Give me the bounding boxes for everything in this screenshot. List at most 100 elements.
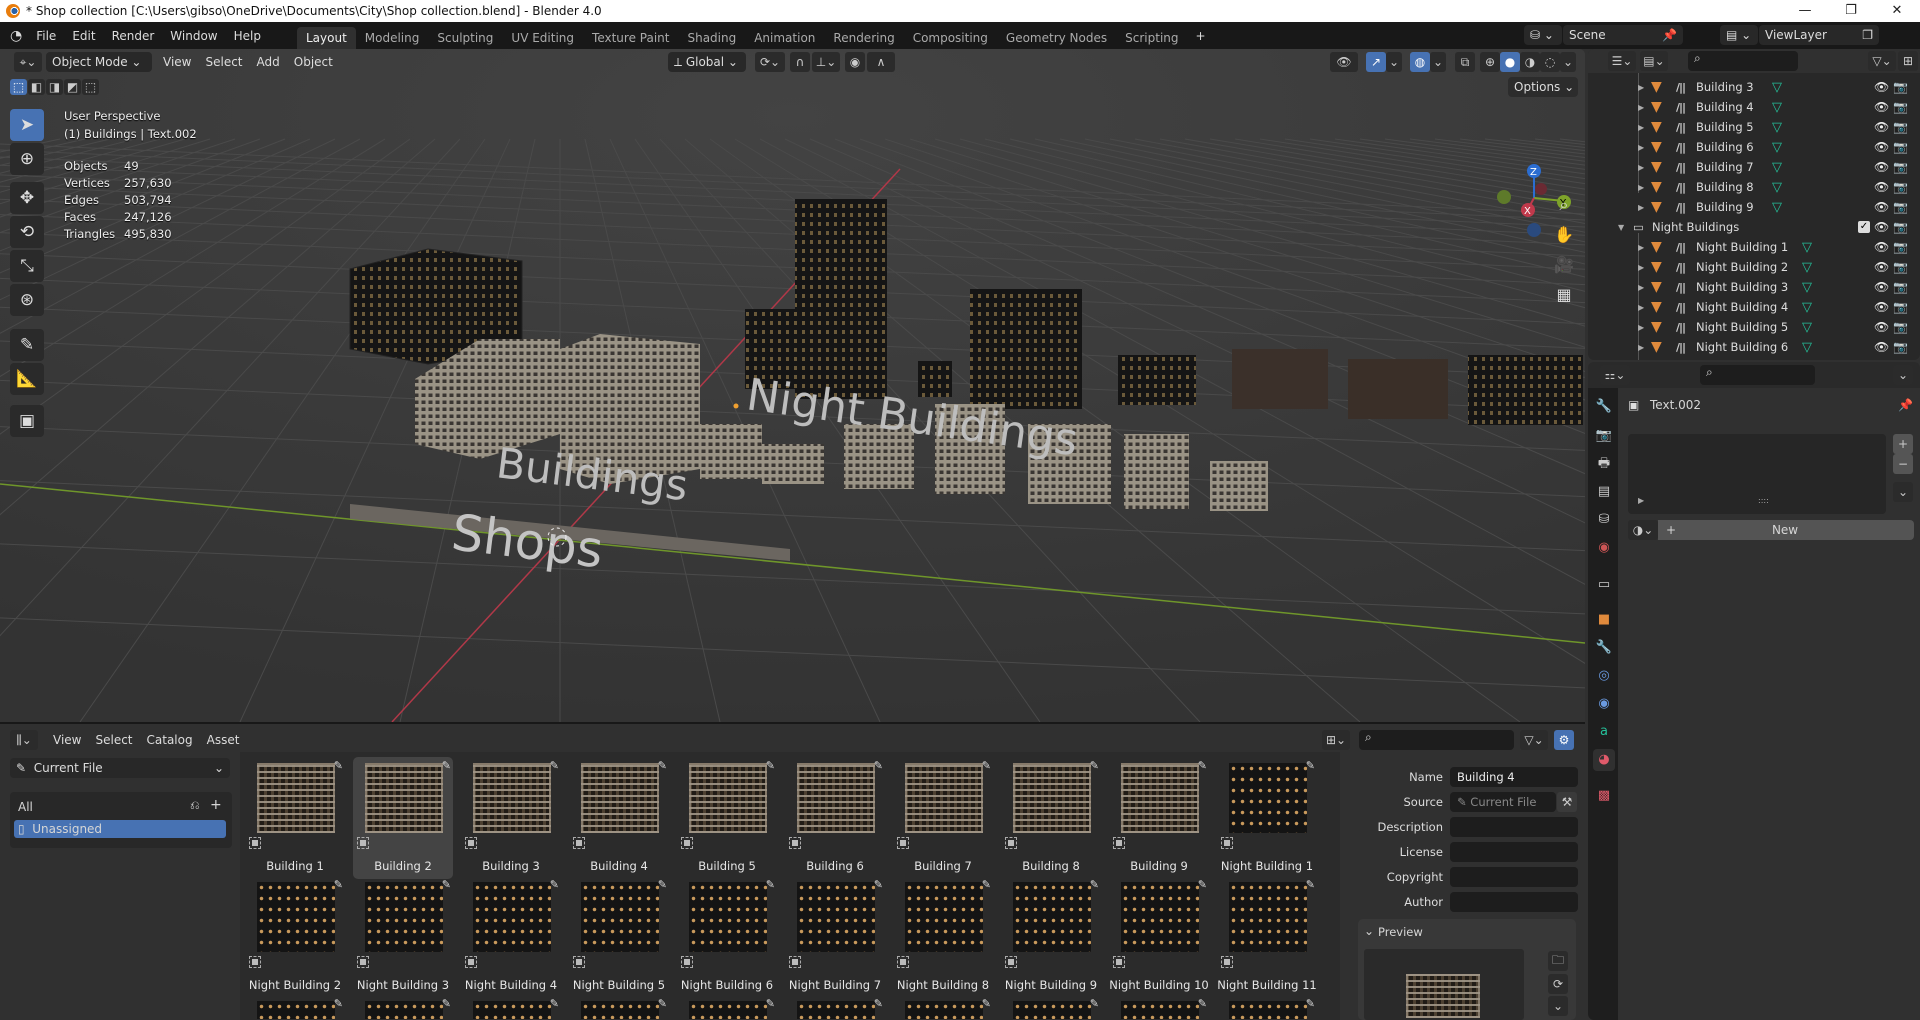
preview-header[interactable]: Preview	[1378, 925, 1423, 939]
camera-icon[interactable]: 📷	[1893, 240, 1908, 254]
viewport-menu-select[interactable]: Select	[198, 53, 249, 71]
mesh-data-icon[interactable]: ▽	[1802, 240, 1812, 255]
filter-icon[interactable]: ▽⌄	[1868, 51, 1896, 71]
asset-tile[interactable]: ✎	[677, 995, 777, 1019]
camera-icon[interactable]: 📷	[1893, 80, 1908, 94]
license-field[interactable]	[1450, 842, 1578, 862]
mesh-data-icon[interactable]: ▽	[1772, 200, 1782, 215]
outliner-search-input[interactable]: ⌕	[1688, 51, 1798, 71]
collapse-icon[interactable]: ⌄	[1364, 924, 1374, 938]
asset-tile[interactable]: ✎	[1217, 995, 1317, 1019]
asset-menu-view[interactable]: View	[46, 731, 88, 749]
mesh-data-icon[interactable]: ▽	[1772, 140, 1782, 155]
tool-tab-icon[interactable]: 🔧	[1593, 396, 1615, 418]
camera-icon[interactable]: 📷	[1893, 100, 1908, 114]
snap-target-icon[interactable]: ⊥⌄	[812, 52, 840, 72]
eye-icon[interactable]: 👁	[1874, 200, 1889, 214]
slot-specials-icon[interactable]: ⌄	[1893, 482, 1913, 502]
outliner-item[interactable]: ▶ ▼ /|| Night Building 3 ▽ 👁 📷	[1588, 277, 1920, 297]
edit-asset-icon[interactable]: ✎	[766, 759, 775, 772]
mesh-data-icon[interactable]: ▽	[1772, 100, 1782, 115]
camera-icon[interactable]: 📷	[1893, 180, 1908, 194]
eye-icon[interactable]: 👁	[1874, 120, 1889, 134]
scene-tab-icon[interactable]: ⛁	[1593, 509, 1615, 531]
viewport-scene[interactable]: Night Buildings Buildings Shops Z Y X	[0, 49, 1585, 722]
mesh-data-icon[interactable]: ▽	[1802, 300, 1812, 315]
asset-tile[interactable]: ✎ Building 4	[569, 757, 669, 873]
edit-asset-icon[interactable]: ✎	[1306, 997, 1315, 1010]
gizmo-neg-z[interactable]	[1527, 223, 1541, 237]
edit-asset-icon[interactable]: ✎	[766, 997, 775, 1010]
camera-icon[interactable]: 📷	[1893, 120, 1908, 134]
rendered-shading-icon[interactable]: ◌	[1540, 52, 1560, 72]
solid-shading-icon[interactable]: ●	[1500, 52, 1520, 72]
asset-search-input[interactable]: ⌕	[1359, 730, 1514, 750]
scene-field[interactable]: Scene 📌	[1563, 25, 1683, 45]
edit-asset-icon[interactable]: ✎	[766, 878, 775, 891]
asset-tile[interactable]: ✎ Night Building 2	[245, 876, 345, 992]
select-subtract-icon[interactable]: ◨	[46, 79, 63, 95]
mesh-data-icon[interactable]: ▽	[1802, 260, 1812, 275]
pan-view-icon[interactable]: ✋	[1552, 223, 1576, 247]
expand-arrow-icon[interactable]: ▶	[1638, 263, 1644, 272]
asset-tile[interactable]: ✎	[893, 995, 993, 1019]
output-tab-icon[interactable]: 🖶	[1593, 453, 1615, 475]
asset-tile[interactable]: ✎ Building 9	[1109, 757, 1209, 873]
pivot-point-icon[interactable]: ⟳⌄	[755, 52, 785, 72]
collapse-arrow-icon[interactable]: ▼	[1618, 223, 1624, 232]
asset-tile[interactable]: ✎ Building 7	[893, 757, 993, 873]
blender-menu-icon[interactable]: ◔	[10, 28, 22, 44]
particles-tab-icon[interactable]: ◎	[1593, 665, 1615, 687]
eye-icon[interactable]: 👁	[1874, 340, 1889, 354]
mesh-data-icon[interactable]: ▽	[1802, 280, 1812, 295]
transform-orientation-dropdown[interactable]: ⟂ Global ⌄	[668, 52, 746, 72]
edit-asset-icon[interactable]: ✎	[550, 878, 559, 891]
asset-tile[interactable]: ✎ Building 3	[461, 757, 561, 873]
workspace-tab-scripting[interactable]: Scripting	[1116, 27, 1187, 49]
snap-icon[interactable]: ∩	[790, 52, 810, 72]
data-tab-icon[interactable]: a	[1593, 721, 1615, 743]
outliner-item[interactable]: ▶ ▼ /|| Building 3 ▽ 👁 📷	[1588, 77, 1920, 97]
minimize-button[interactable]: —	[1782, 0, 1828, 22]
menu-edit[interactable]: Edit	[64, 29, 103, 43]
select-extend-icon[interactable]: ◧	[28, 79, 45, 95]
expand-arrow-icon[interactable]: ▶	[1638, 243, 1644, 252]
add-catalog-icon[interactable]: +	[210, 797, 222, 813]
menu-file[interactable]: File	[28, 29, 64, 43]
eye-icon[interactable]: 👁	[1874, 100, 1889, 114]
edit-asset-icon[interactable]: ✎	[334, 997, 343, 1010]
asset-name-field[interactable]: Building 4	[1450, 767, 1578, 787]
asset-select-checkbox[interactable]	[573, 837, 585, 849]
asset-select-checkbox[interactable]	[465, 956, 477, 968]
workspace-tab-layout[interactable]: Layout	[296, 27, 356, 49]
workspace-tab-shading[interactable]: Shading	[678, 27, 745, 49]
asset-menu-catalog[interactable]: Catalog	[140, 731, 200, 749]
asset-select-checkbox[interactable]	[1113, 956, 1125, 968]
display-mode-icon[interactable]: ☰⌄	[1608, 51, 1636, 71]
source-tools-icon[interactable]: ⚒	[1557, 792, 1577, 812]
catalog-all[interactable]: All	[18, 800, 33, 814]
select-intersect-icon[interactable]: ⬚	[82, 79, 99, 95]
asset-select-checkbox[interactable]	[249, 956, 261, 968]
asset-select-checkbox[interactable]	[897, 956, 909, 968]
remove-slot-button[interactable]: −	[1893, 454, 1913, 474]
workspace-tab-uv-editing[interactable]: UV Editing	[502, 27, 583, 49]
asset-select-checkbox[interactable]	[249, 837, 261, 849]
asset-select-checkbox[interactable]	[1005, 837, 1017, 849]
mesh-data-icon[interactable]: ▽	[1772, 180, 1782, 195]
cursor-tool-icon[interactable]: ⊕	[10, 143, 44, 175]
properties-options-icon[interactable]: ⌄	[1893, 365, 1913, 385]
workspace-tab-modeling[interactable]: Modeling	[356, 27, 429, 49]
workspace-tab-texture-paint[interactable]: Texture Paint	[583, 27, 678, 49]
outliner-item[interactable]: ▶ ▼ /|| Night Building 6 ▽ 👁 📷	[1588, 337, 1920, 357]
expand-arrow-icon[interactable]: ▶	[1638, 163, 1644, 172]
view-layer-filter-icon[interactable]: ▤⌄	[1640, 51, 1668, 71]
expand-icon[interactable]: ▶	[1638, 496, 1644, 505]
camera-icon[interactable]: 📷	[1893, 200, 1908, 214]
copyright-field[interactable]	[1450, 867, 1578, 887]
menu-render[interactable]: Render	[104, 29, 163, 43]
select-invert-icon[interactable]: ◩	[64, 79, 81, 95]
transform-tool-icon[interactable]: ⊛	[10, 284, 44, 316]
asset-select-checkbox[interactable]	[681, 956, 693, 968]
object-tab-icon[interactable]: ■	[1593, 609, 1615, 631]
